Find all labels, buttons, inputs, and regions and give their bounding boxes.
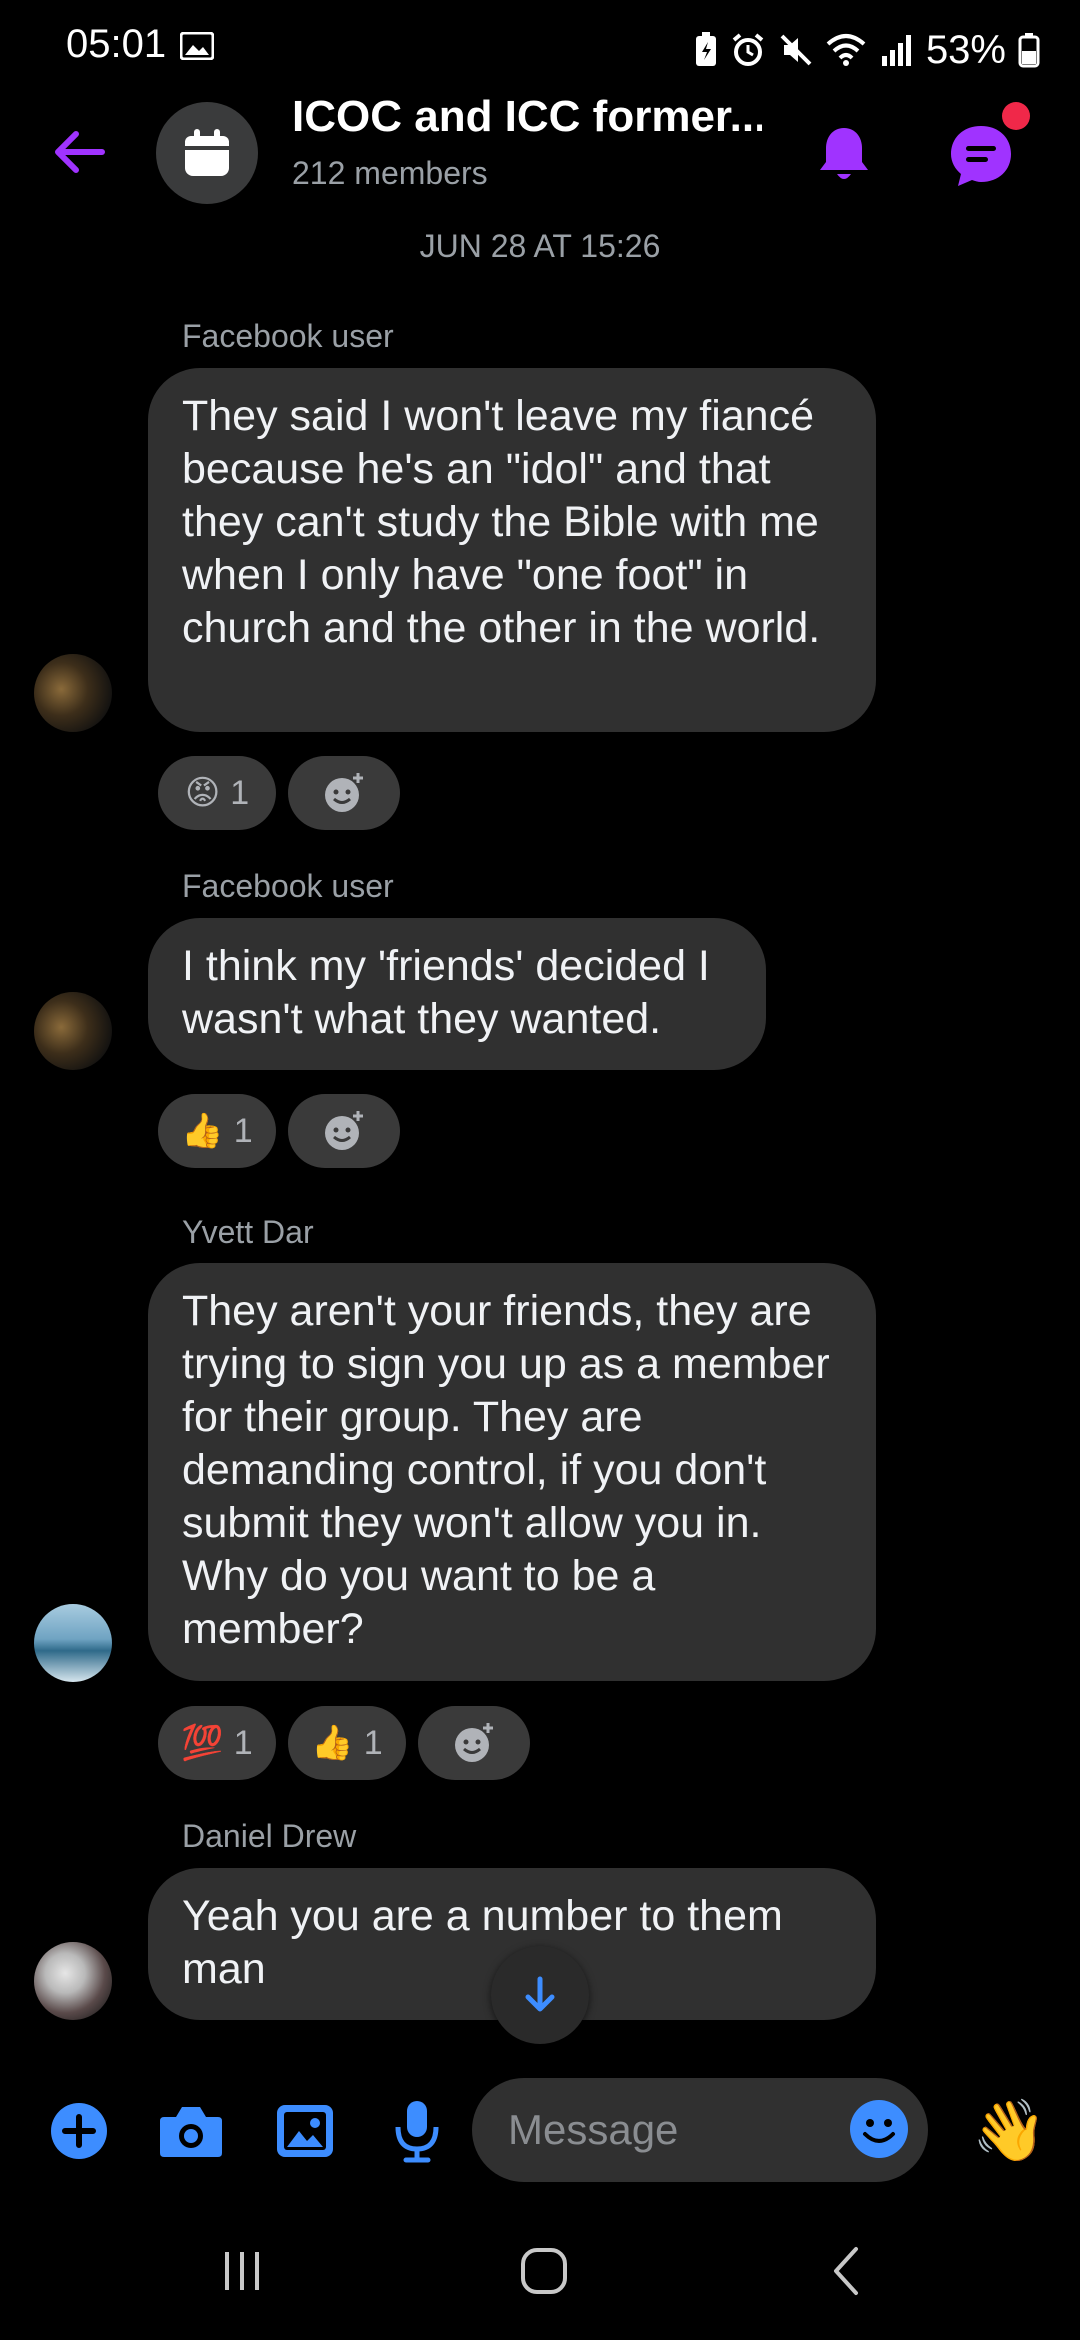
camera-button[interactable] [156,2096,226,2166]
notification-dot [1002,102,1030,130]
reaction-emoji: 👍 [311,1724,354,1762]
date-separator: JUN 28 AT 15:26 [419,228,661,264]
emoji-icon[interactable] [848,2098,910,2160]
sender-name: Yvett Dar [182,1214,314,1250]
scroll-to-bottom-button[interactable] [491,1946,589,2044]
arrow-down-icon [525,1976,555,2012]
home-icon [521,2248,567,2294]
add-reaction-button[interactable] [418,1706,530,1780]
reaction-emoji: 😡 [184,774,221,812]
reaction-count: 1 [363,1723,383,1762]
battery-icon [1018,33,1040,68]
calendar-icon [185,129,229,176]
add-reaction-icon [455,1723,493,1762]
sender-name: Facebook user [182,318,394,354]
message-bubble[interactable]: They aren't your friends, they are tryin… [148,1263,876,1681]
member-count: 212 members [292,155,488,191]
group-avatar[interactable] [156,102,258,204]
battery-percent: 53% [925,27,1006,72]
reaction-count: 1 [233,1111,253,1150]
wifi-icon [826,34,866,66]
sender-name: Daniel Drew [182,1818,357,1854]
avatar[interactable] [34,654,112,732]
battery-saver-icon [695,32,716,66]
alarm-icon [732,33,764,66]
reaction-count: 1 [233,1723,253,1762]
plus-icon [51,2103,107,2159]
signal-icon [881,35,911,66]
message-bubble[interactable]: They said I won't leave my fiancé becaus… [148,368,876,732]
reaction-pill[interactable]: 👍 1 [288,1706,406,1780]
mic-icon [395,2101,439,2163]
sender-name: Facebook user [182,868,394,904]
status-time: 05:01 [66,22,167,66]
mute-icon [780,34,812,66]
reaction-count: 1 [230,773,250,812]
home-button[interactable] [504,2236,584,2306]
group-title[interactable]: ICOC and ICC former... [292,92,762,142]
reaction-pill[interactable]: 👍 1 [158,1094,276,1168]
avatar[interactable] [34,1942,112,2020]
recents-button[interactable] [202,2236,282,2306]
recents-icon [225,2252,259,2290]
message-input[interactable] [506,2105,830,2155]
avatar[interactable] [34,992,112,1070]
gallery-icon [277,2105,333,2157]
nav-back-icon [834,2247,858,2295]
status-icons: 53% [694,22,1040,78]
gallery-notification-icon [180,32,214,60]
message-bubble[interactable]: I think my 'friends' decided I wasn't wh… [148,918,766,1070]
reaction-emoji: 💯 [181,1724,224,1762]
add-reaction-icon [325,1111,363,1150]
add-reaction-button[interactable] [288,1094,400,1168]
nav-back-button[interactable] [806,2236,886,2306]
reaction-emoji: 👍 [181,1112,224,1150]
avatar[interactable] [34,1604,112,1682]
add-reaction-icon [325,773,363,812]
gallery-button[interactable] [270,2096,340,2166]
threads-icon[interactable] [946,120,1016,190]
reaction-pill[interactable]: 💯 1 [158,1706,276,1780]
plus-button[interactable] [44,2096,114,2166]
camera-icon [160,2107,222,2157]
wave-icon[interactable]: 👋 [972,2094,1047,2168]
bell-icon[interactable] [812,122,876,186]
add-reaction-button[interactable] [288,756,400,830]
reaction-pill[interactable]: 😡 1 [158,756,276,830]
back-arrow-icon[interactable] [48,120,112,184]
mic-button[interactable] [382,2096,452,2166]
